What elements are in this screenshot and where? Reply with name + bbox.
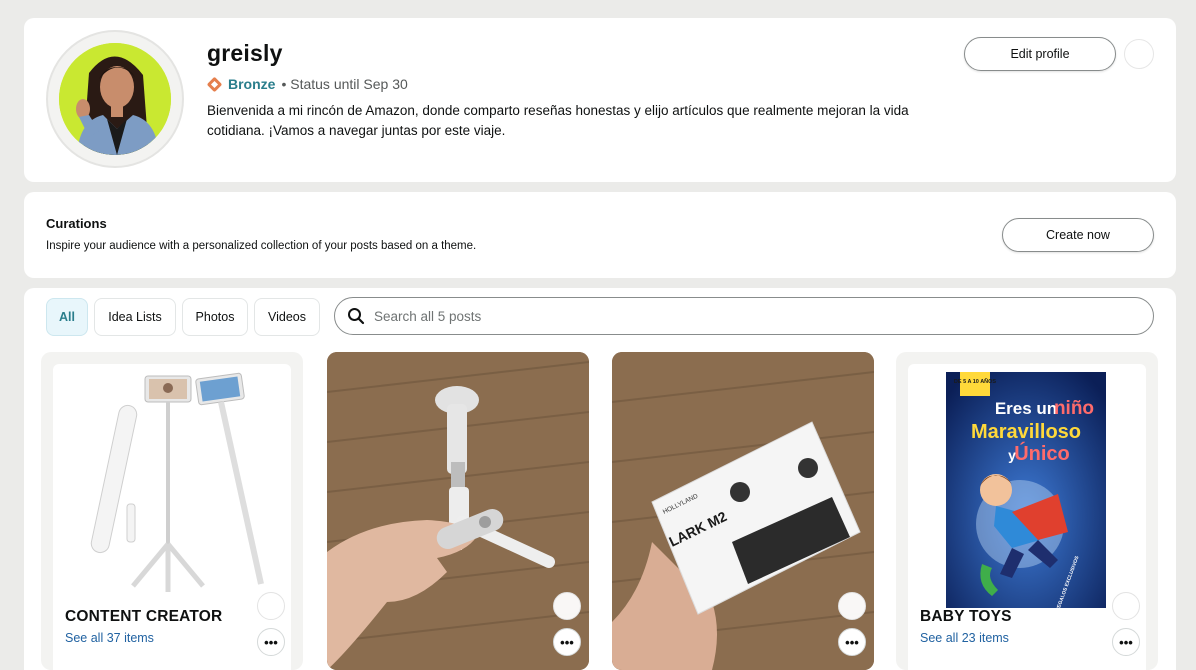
book-cover-image: DE 5 A 10 AÑOS Eres un niño Maravilloso … (946, 372, 1106, 608)
book-title-line1: Eres un (995, 399, 1057, 418)
see-all-link[interactable]: See all 23 items (920, 631, 1009, 645)
filter-videos[interactable]: Videos (254, 298, 320, 336)
more-options-button[interactable]: ••• (838, 628, 866, 656)
more-options-button[interactable]: ••• (1112, 628, 1140, 656)
bronze-badge-icon (207, 77, 222, 92)
profile-username: greisly (207, 40, 283, 66)
lark-box-photo: LARK M2 HOLLYLAND (612, 352, 874, 670)
edit-profile-button[interactable]: Edit profile (964, 37, 1116, 71)
search-input[interactable] (374, 308, 1074, 324)
save-button[interactable] (553, 592, 581, 620)
curations-card: Curations Inspire your audience with a p… (24, 192, 1176, 278)
book-age-badge: DE 5 A 10 AÑOS (954, 378, 997, 385)
avatar-ring (46, 30, 184, 168)
book-title-line5: Único (1014, 441, 1070, 465)
curations-title: Curations (46, 216, 107, 231)
post-tile-content-creator[interactable]: CONTENT CREATOR See all 37 items ••• (41, 352, 303, 670)
create-now-button[interactable]: Create now (1002, 218, 1154, 252)
avatar[interactable] (59, 43, 171, 155)
save-button[interactable] (257, 592, 285, 620)
post-title: CONTENT CREATOR (65, 608, 223, 625)
avatar-photo (59, 43, 171, 155)
profile-card: greisly Bronze • Status until Sep 30 Bie… (24, 18, 1176, 182)
more-options-button[interactable] (1124, 39, 1154, 69)
posts-card: All Idea Lists Photos Videos Search all … (24, 288, 1176, 670)
save-button[interactable] (1112, 592, 1140, 620)
search-bar[interactable] (334, 297, 1154, 335)
curations-subtitle: Inspire your audience with a personalize… (46, 240, 477, 252)
profile-bio: Bienvenida a mi rincón de Amazon, donde … (207, 103, 909, 138)
save-button[interactable] (838, 592, 866, 620)
post-title: BABY TOYS (920, 608, 1012, 625)
status-line: Bronze • Status until Sep 30 (207, 76, 408, 92)
tripod-photo (327, 352, 589, 670)
selfie-stick-image (90, 372, 264, 592)
filter-idea-lists[interactable]: Idea Lists (94, 298, 176, 336)
post-tile-photo-tripod[interactable]: ••• (327, 352, 589, 670)
more-options-button[interactable]: ••• (553, 628, 581, 656)
see-all-link[interactable]: See all 37 items (65, 631, 154, 645)
filter-all[interactable]: All (46, 298, 88, 336)
filter-photos[interactable]: Photos (182, 298, 248, 336)
post-tile-photo-lark[interactable]: LARK M2 HOLLYLAND ••• (612, 352, 874, 670)
more-options-button[interactable]: ••• (257, 628, 285, 656)
badge-label: Bronze (228, 76, 276, 92)
post-tile-baby-toys[interactable]: DE 5 A 10 AÑOS Eres un niño Maravilloso … (896, 352, 1158, 670)
status-text: • Status until Sep 30 (281, 76, 408, 92)
book-title-line3: Maravilloso (971, 421, 1081, 443)
search-icon (348, 308, 365, 325)
book-title-line2: niño (1054, 398, 1094, 419)
